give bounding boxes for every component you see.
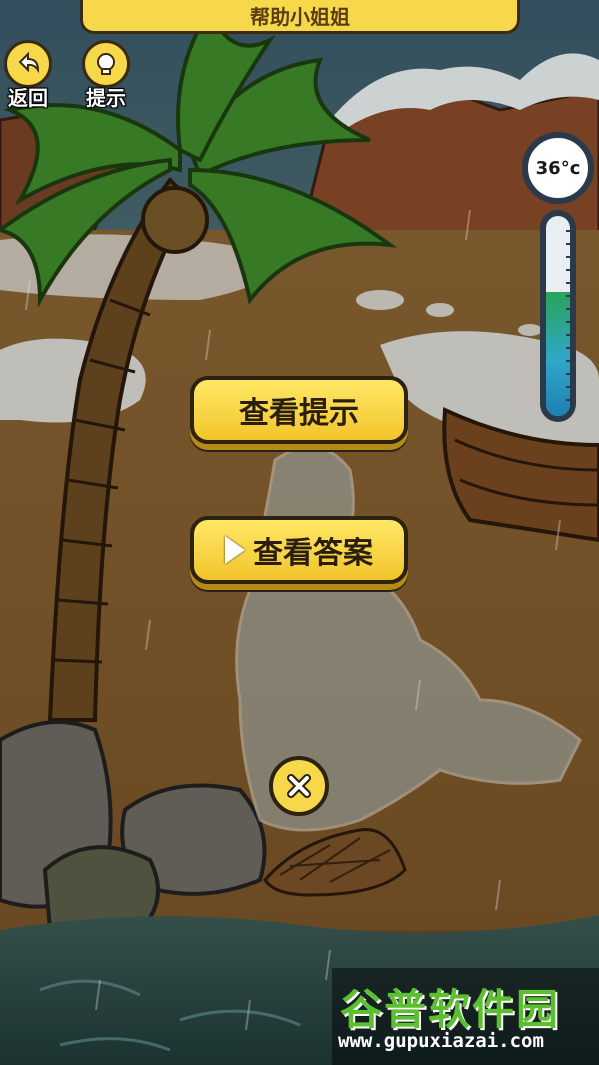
hint-button[interactable]: 提示 — [78, 40, 134, 111]
close-button[interactable] — [269, 756, 329, 816]
thermometer-tube — [540, 210, 576, 422]
thermometer: 36°c — [522, 132, 594, 428]
close-icon — [287, 774, 311, 798]
page-title: 帮助小姐姐 — [80, 0, 520, 34]
view-hint-label: 查看提示 — [239, 396, 359, 431]
game-scene: 帮助小姐姐 返回 提示 36°c 查看提示 查看答案 谷普软件园 www.gup… — [0, 0, 599, 1065]
back-button[interactable]: 返回 — [0, 40, 56, 111]
lightbulb-icon — [82, 40, 130, 88]
watermark-url: www.gupuxiazai.com — [338, 1030, 544, 1052]
hint-label: 提示 — [86, 86, 126, 110]
view-answer-button[interactable]: 查看答案 — [190, 516, 408, 584]
view-answer-label: 查看答案 — [253, 536, 373, 571]
back-label: 返回 — [8, 86, 48, 110]
view-hint-button[interactable]: 查看提示 — [190, 376, 408, 444]
back-arrow-icon — [4, 40, 52, 88]
thermometer-ticks — [566, 230, 574, 408]
temperature-readout: 36°c — [522, 132, 594, 204]
watermark-brand: 谷普软件园 — [340, 985, 561, 1034]
watermark: 谷普软件园 www.gupuxiazai.com — [332, 968, 599, 1065]
play-icon — [225, 536, 245, 564]
